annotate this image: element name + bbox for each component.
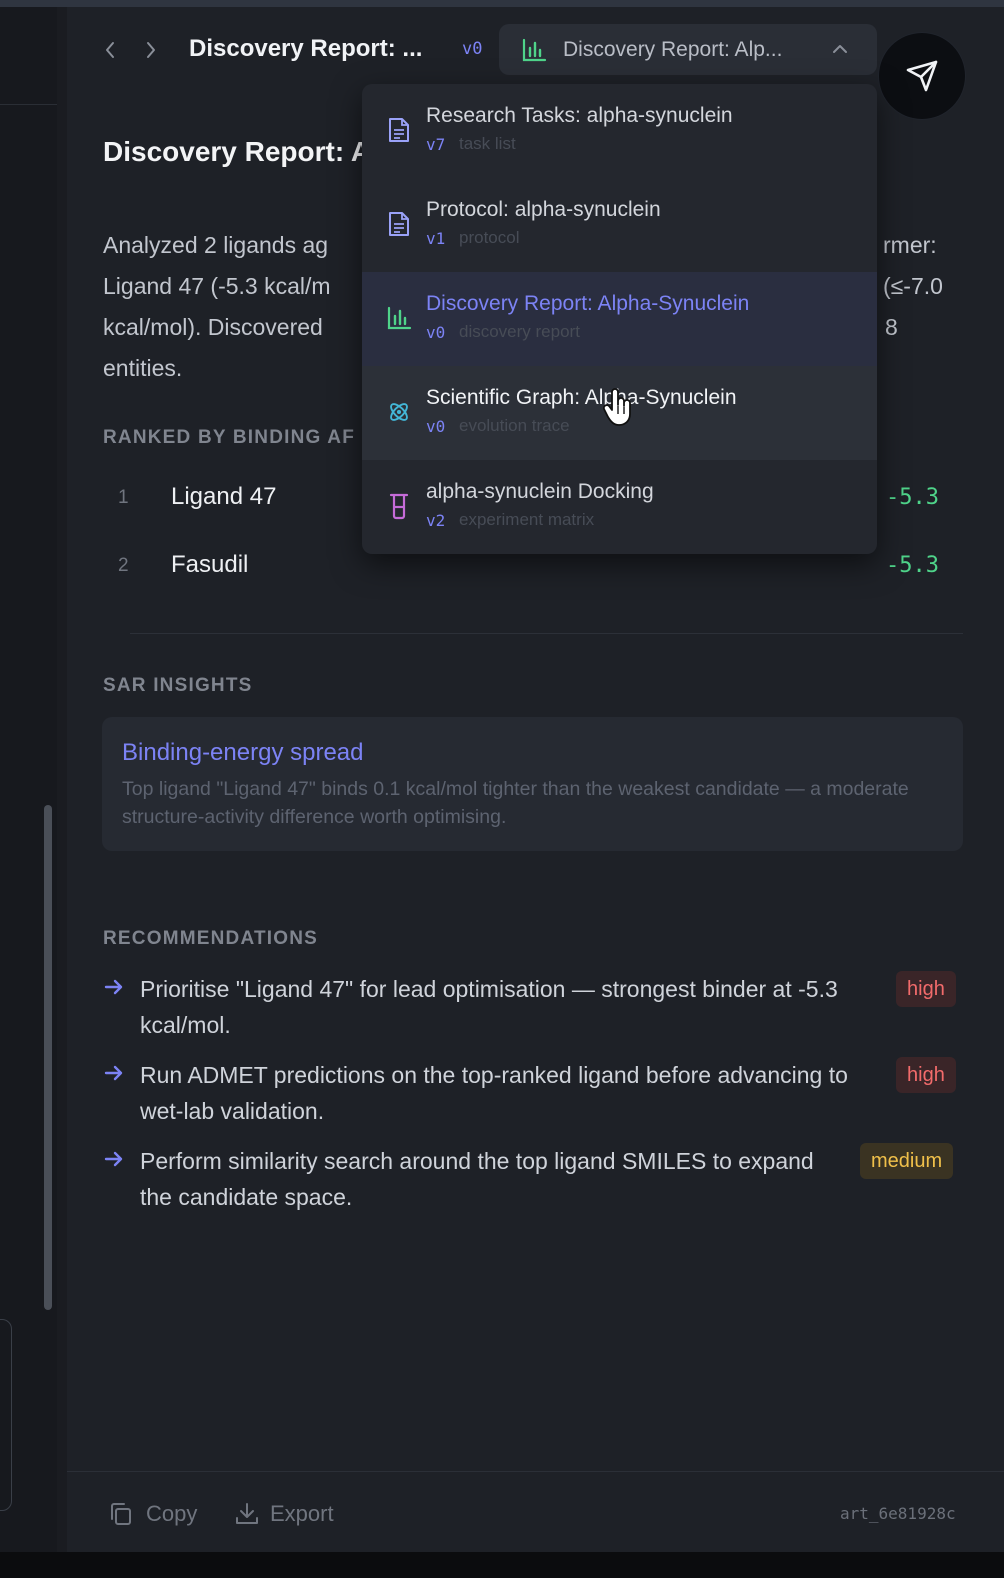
footer-divider bbox=[67, 1471, 1004, 1472]
artifact-dropdown-menu: Research Tasks: alpha-synuclein v7 task … bbox=[362, 84, 877, 554]
rank-number: 1 bbox=[118, 487, 129, 508]
sidebar-divider bbox=[0, 104, 57, 105]
menu-item-name: Discovery Report: Alpha-Synuclein bbox=[426, 292, 750, 315]
priority-badge: medium bbox=[860, 1143, 954, 1179]
menu-item-version: v0 bbox=[426, 323, 446, 342]
menu-item-kind: task list bbox=[459, 134, 516, 153]
download-icon bbox=[236, 1503, 258, 1524]
document-icon bbox=[389, 212, 409, 236]
menu-item-kind: experiment matrix bbox=[459, 510, 595, 529]
ligand-name: Fasudil bbox=[171, 551, 249, 578]
summary-line-end: (≤-7.0 bbox=[883, 273, 943, 299]
paper-plane-icon bbox=[906, 60, 938, 92]
summary-line: Analyzed 2 ligands ag bbox=[103, 232, 329, 258]
priority-badge: high bbox=[896, 1057, 956, 1093]
panel-gutter bbox=[57, 7, 67, 1578]
sar-heading: SAR INSIGHTS bbox=[103, 675, 253, 696]
arrow-right-icon bbox=[104, 1065, 123, 1081]
menu-item-kind: protocol bbox=[459, 228, 520, 247]
ranked-heading: RANKED BY BINDING AF bbox=[103, 427, 356, 448]
forward-button[interactable] bbox=[140, 36, 162, 64]
ligand-name: Ligand 47 bbox=[171, 483, 277, 510]
menu-item-docking[interactable]: alpha-synuclein Docking v2 experiment ma… bbox=[362, 460, 877, 554]
report-title: Discovery Report: A bbox=[103, 136, 372, 167]
scrollbar[interactable] bbox=[44, 805, 52, 1310]
chevron-right-icon bbox=[147, 42, 155, 58]
recommendation-text: Prioritise "Ligand 47" for lead optimisa… bbox=[140, 976, 838, 1038]
insight-card: Binding-energy spread Top ligand "Ligand… bbox=[102, 717, 963, 851]
artifact-title: Discovery Report: ... bbox=[189, 35, 423, 62]
bar-chart-icon bbox=[522, 38, 547, 62]
recommendation-text: Perform similarity search around the top… bbox=[140, 1148, 814, 1210]
arrow-right-icon bbox=[104, 979, 123, 995]
section-divider bbox=[130, 633, 963, 634]
left-sidebar bbox=[0, 7, 58, 1578]
chevron-up-icon bbox=[833, 45, 847, 53]
export-button[interactable]: Export bbox=[234, 1500, 344, 1528]
summary-line-end: 8 bbox=[885, 314, 898, 340]
menu-item-research-tasks[interactable]: Research Tasks: alpha-synuclein v7 task … bbox=[362, 84, 877, 178]
copy-button[interactable]: Copy bbox=[108, 1500, 203, 1528]
summary-line: kcal/mol). Discovered bbox=[103, 314, 323, 340]
binding-score: -5.3 bbox=[886, 553, 939, 578]
priority-badge: high bbox=[896, 971, 956, 1007]
window-top-border bbox=[0, 0, 1004, 7]
menu-item-version: v7 bbox=[426, 135, 446, 154]
arrow-right-icon bbox=[104, 1151, 123, 1167]
summary-line: entities. bbox=[103, 355, 183, 381]
back-button[interactable] bbox=[99, 36, 121, 64]
export-label: Export bbox=[270, 1501, 334, 1526]
document-icon bbox=[389, 118, 409, 142]
insight-title: Binding-energy spread bbox=[122, 739, 364, 766]
menu-item-name: Scientific Graph: Alpha-Synuclein bbox=[426, 386, 737, 409]
copy-label: Copy bbox=[146, 1501, 198, 1526]
bar-chart-icon bbox=[387, 306, 412, 330]
menu-item-version: v1 bbox=[426, 229, 446, 248]
version-label: v0 bbox=[462, 39, 483, 59]
insight-text: Top ligand "Ligand 47" binds 0.1 kcal/mo… bbox=[122, 778, 909, 828]
binding-score: -5.3 bbox=[886, 485, 939, 510]
recommendations-heading: RECOMMENDATIONS bbox=[103, 928, 319, 949]
menu-item-version: v0 bbox=[426, 417, 446, 436]
recommendation-text: Run ADMET predictions on the top-ranked … bbox=[140, 1062, 848, 1124]
rank-number: 2 bbox=[118, 555, 129, 576]
send-button[interactable] bbox=[879, 33, 965, 119]
window-bottom-bar bbox=[0, 1552, 1004, 1578]
menu-item-protocol[interactable]: Protocol: alpha-synuclein v1 protocol bbox=[362, 178, 877, 272]
artifact-switcher[interactable]: Discovery Report: Alp... bbox=[499, 24, 877, 75]
atom-icon bbox=[390, 403, 408, 421]
flask-icon bbox=[389, 493, 409, 520]
summary-line: Ligand 47 (-5.3 kcal/m bbox=[103, 273, 331, 299]
menu-item-name: Research Tasks: alpha-synuclein bbox=[426, 104, 733, 127]
artifact-id: art_6e81928c bbox=[840, 1504, 956, 1523]
summary-line-end: rmer: bbox=[883, 232, 937, 258]
hand-cursor-icon bbox=[602, 388, 631, 426]
chevron-left-icon bbox=[106, 42, 114, 58]
copy-icon bbox=[111, 1503, 131, 1525]
menu-item-name: alpha-synuclein Docking bbox=[426, 480, 654, 503]
switcher-label: Discovery Report: Alp... bbox=[563, 38, 783, 61]
menu-item-version: v2 bbox=[426, 511, 446, 530]
menu-item-name: Protocol: alpha-synuclein bbox=[426, 198, 661, 221]
menu-item-kind: evolution trace bbox=[459, 416, 570, 435]
sidebar-card-edge bbox=[0, 1319, 12, 1511]
menu-item-discovery-report[interactable]: Discovery Report: Alpha-Synuclein v0 dis… bbox=[362, 272, 877, 366]
menu-item-kind: discovery report bbox=[459, 322, 580, 341]
